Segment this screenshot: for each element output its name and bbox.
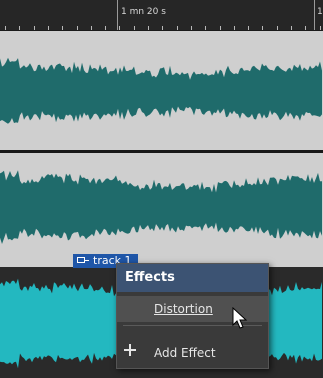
ruler-tick: [77, 26, 78, 30]
menu-item-add-effect[interactable]: Add Effect: [117, 340, 268, 366]
ruler-tick: [320, 26, 321, 30]
ruler-tick: [105, 26, 106, 30]
waveform-shape: [0, 170, 322, 244]
menu-item-add-effect-label: Add Effect: [154, 346, 216, 360]
plus-icon: [124, 344, 136, 356]
ruler-tick: [291, 26, 292, 30]
ruler-tick: [48, 26, 49, 30]
waveform-lower-channel: [0, 170, 322, 244]
ruler-tick: [205, 26, 206, 30]
ruler-tick: [191, 26, 192, 30]
ruler-tick: [248, 26, 249, 30]
ruler-marker-line: [314, 0, 315, 30]
effects-menu-title: Effects: [117, 264, 268, 292]
ruler-tick: [305, 26, 306, 30]
ruler-tick: [220, 26, 221, 30]
menu-item-distortion-label: Distortion: [154, 302, 213, 316]
ruler-tick: [134, 26, 135, 30]
waveform-upper-channel: [0, 57, 322, 124]
track-icon: [77, 257, 89, 265]
track-1-lower-channel[interactable]: [0, 153, 323, 267]
ruler-tick: [262, 26, 263, 30]
ruler-tick: [234, 26, 235, 30]
mouse-pointer-icon: [232, 307, 248, 329]
ruler-tick: [119, 26, 120, 30]
waveform-shape: [0, 57, 322, 124]
ruler-tick: [177, 26, 178, 30]
ruler-tick: [91, 26, 92, 30]
time-ruler[interactable]: 1 mn 20 s 1 m: [0, 0, 323, 31]
track-1-upper-channel[interactable]: [0, 31, 323, 150]
ruler-tick: [148, 26, 149, 30]
ruler-label-next: 1 m: [317, 7, 323, 17]
ruler-tick: [19, 26, 20, 30]
ruler-marker-line: [117, 0, 118, 30]
ruler-tick: [277, 26, 278, 30]
ruler-tick: [34, 26, 35, 30]
ruler-tick: [162, 26, 163, 30]
ruler-tick: [5, 26, 6, 30]
ruler-label-1mn20s: 1 mn 20 s: [121, 7, 166, 17]
ruler-tick: [62, 26, 63, 30]
